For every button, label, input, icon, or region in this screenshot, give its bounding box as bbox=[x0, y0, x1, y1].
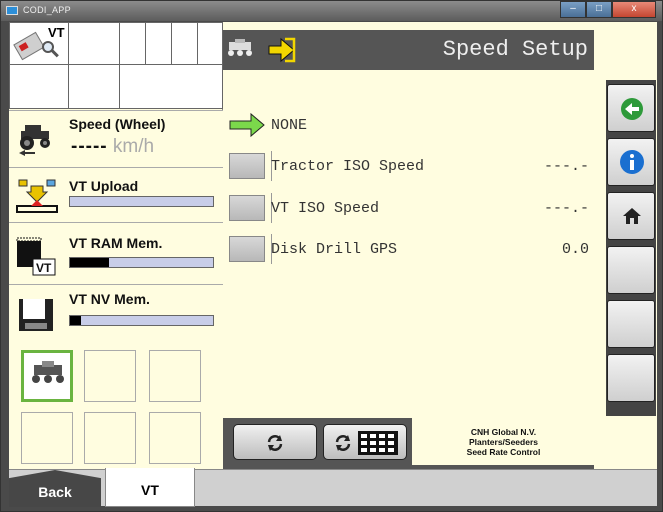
softkey-panel bbox=[594, 22, 657, 469]
floppy-disk-icon bbox=[19, 299, 53, 331]
ram-progress-fill bbox=[70, 258, 109, 267]
row-value: ---.- bbox=[543, 200, 589, 217]
upload-label: VT Upload bbox=[69, 178, 139, 194]
ram-widget: VT VT RAM Mem. bbox=[9, 222, 223, 284]
select-button[interactable] bbox=[229, 153, 265, 179]
select-button[interactable] bbox=[229, 195, 265, 221]
left-panel: VT Speed (Wheel) ----- km/h VT Upload VT… bbox=[9, 22, 223, 469]
main-bottom-bar: CNH Global N.V. Planters/Seeders Seed Ra… bbox=[223, 418, 595, 469]
speed-value: ----- bbox=[71, 136, 108, 157]
refresh-button[interactable] bbox=[233, 424, 317, 460]
empty-softkey[interactable] bbox=[607, 246, 655, 294]
bottom-tab-bar: Back VT bbox=[9, 468, 657, 507]
vt-grid-cell bbox=[68, 64, 120, 109]
row-value: 0.0 bbox=[561, 241, 589, 258]
speed-source-row[interactable]: Disk Drill GPS 0.0 bbox=[229, 234, 589, 264]
refresh-icon bbox=[267, 435, 283, 451]
speed-unit: km/h bbox=[112, 136, 155, 157]
refresh-keypad-button[interactable] bbox=[323, 424, 407, 460]
window-controls: – □ x bbox=[560, 1, 656, 19]
tool-grid bbox=[9, 342, 223, 469]
vt-grid-cell bbox=[68, 22, 120, 65]
select-button[interactable] bbox=[229, 236, 265, 262]
tractor-icon bbox=[19, 125, 50, 156]
window-title: CODI_APP bbox=[23, 5, 71, 15]
upload-icon bbox=[16, 179, 58, 213]
vt-logo-label: VT bbox=[48, 25, 65, 40]
main-header: Speed Setup bbox=[223, 30, 594, 70]
close-button[interactable]: x bbox=[612, 1, 656, 18]
row-label: Tractor ISO Speed bbox=[271, 158, 425, 175]
minimize-button[interactable]: – bbox=[560, 1, 586, 18]
vt-grid-cell bbox=[145, 22, 172, 65]
maximize-button[interactable]: □ bbox=[586, 1, 612, 18]
vt-grid: VT bbox=[9, 22, 223, 109]
empty-softkey[interactable] bbox=[607, 300, 655, 348]
disk-drill-header-icon bbox=[228, 39, 252, 56]
vt-tab[interactable]: VT bbox=[105, 468, 195, 507]
info-icon bbox=[620, 150, 644, 174]
row-label: VT ISO Speed bbox=[271, 200, 380, 217]
page-title: Speed Setup bbox=[442, 37, 588, 62]
tool-cell-drill[interactable] bbox=[21, 350, 73, 402]
back-tab[interactable]: Back bbox=[9, 470, 101, 507]
empty-softkey[interactable] bbox=[607, 354, 655, 402]
app-window: CODI_APP – □ x VT Speed (Wheel) ----- km… bbox=[0, 0, 663, 512]
vt-logo-icon: VT bbox=[12, 25, 68, 65]
softkey-column bbox=[606, 80, 656, 416]
tool-cell[interactable] bbox=[84, 350, 136, 402]
speed-widget: Speed (Wheel) ----- km/h bbox=[9, 110, 223, 167]
disk-drill-icon bbox=[32, 361, 64, 383]
row-label: NONE bbox=[271, 117, 308, 134]
keypad-icon bbox=[358, 431, 398, 455]
upload-widget: VT Upload bbox=[9, 167, 223, 222]
speed-readout: ----- km/h bbox=[71, 136, 154, 158]
nv-progress-fill bbox=[70, 316, 82, 325]
speed-source-row[interactable]: NONE bbox=[229, 110, 589, 140]
footer-line: Seed Rate Control bbox=[466, 447, 541, 457]
home-softkey[interactable] bbox=[607, 192, 655, 240]
tool-cell[interactable] bbox=[84, 412, 136, 464]
vt-screen: VT Speed (Wheel) ----- km/h VT Upload VT… bbox=[9, 22, 657, 507]
back-softkey[interactable] bbox=[607, 84, 655, 132]
app-icon bbox=[6, 6, 18, 15]
info-softkey[interactable] bbox=[607, 138, 655, 186]
speed-source-row[interactable]: VT ISO Speed ---.- bbox=[229, 193, 589, 223]
tool-cell[interactable] bbox=[21, 412, 73, 464]
main-panel: Speed Setup NONE Tractor ISO Speed ---.-… bbox=[223, 22, 595, 469]
vt-grid-cell bbox=[9, 64, 69, 109]
memory-chip-icon: VT bbox=[16, 237, 56, 276]
footer-line: Planters/Seeders bbox=[469, 437, 538, 447]
nv-widget: VT NV Mem. bbox=[9, 284, 223, 342]
back-arrow-icon bbox=[621, 98, 643, 120]
speed-label: Speed (Wheel) bbox=[69, 116, 166, 132]
speed-source-row[interactable]: Tractor ISO Speed ---.- bbox=[229, 151, 589, 181]
tool-cell[interactable] bbox=[149, 350, 201, 402]
enter-arrow-icon bbox=[268, 37, 296, 63]
tool-cell[interactable] bbox=[149, 412, 201, 464]
nv-progress-bar bbox=[69, 315, 214, 326]
row-value: ---.- bbox=[543, 158, 589, 175]
vt-grid-cell bbox=[171, 22, 198, 65]
svg-text:VT: VT bbox=[36, 261, 52, 275]
upload-progress-bar bbox=[69, 196, 214, 207]
vt-grid-cell bbox=[119, 22, 146, 65]
vt-grid-cell bbox=[119, 64, 223, 109]
vt-grid-cell bbox=[197, 22, 223, 65]
copyright-note: CNH Global N.V. Planters/Seeders Seed Ra… bbox=[411, 418, 595, 465]
title-bar: CODI_APP – □ x bbox=[1, 1, 662, 21]
footer-line: CNH Global N.V. bbox=[470, 427, 537, 437]
vt-logo-cell[interactable]: VT bbox=[9, 22, 69, 65]
row-label: Disk Drill GPS bbox=[271, 241, 398, 258]
home-icon bbox=[623, 208, 641, 224]
selected-arrow-icon bbox=[229, 112, 265, 138]
ram-progress-bar bbox=[69, 257, 214, 268]
refresh-icon bbox=[335, 435, 351, 451]
ram-label: VT RAM Mem. bbox=[69, 235, 163, 251]
nv-label: VT NV Mem. bbox=[69, 291, 150, 307]
